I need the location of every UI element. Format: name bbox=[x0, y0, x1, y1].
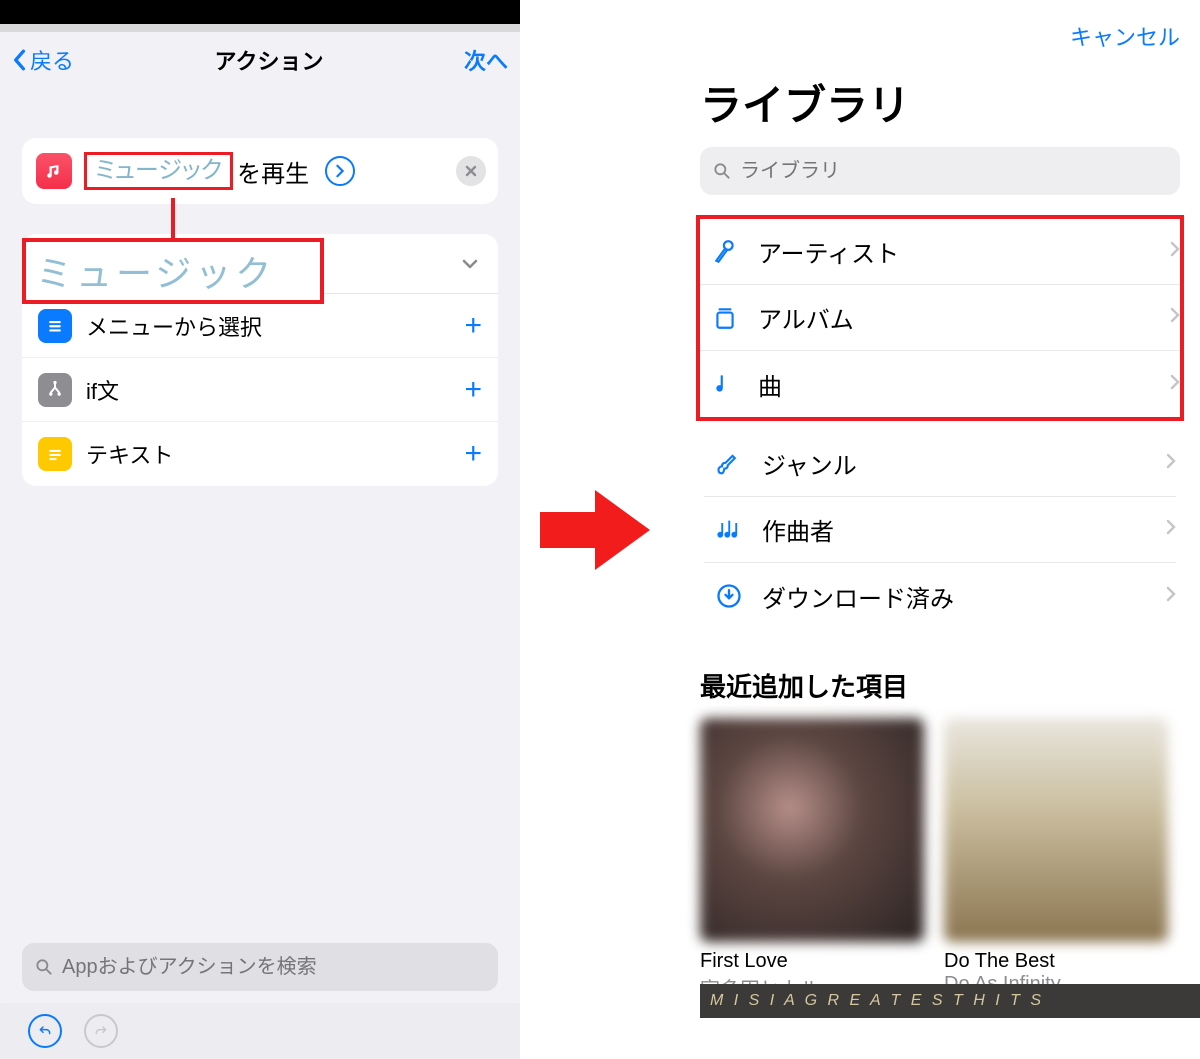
album-icon bbox=[710, 305, 740, 331]
annotation-music-label: ミュージック bbox=[22, 238, 324, 304]
suggestion-text[interactable]: テキスト + bbox=[22, 422, 498, 486]
category-label: 曲 bbox=[758, 367, 1152, 402]
category-composer[interactable]: 作曲者 bbox=[704, 497, 1176, 563]
chevron-down-icon bbox=[460, 254, 480, 274]
back-button[interactable]: 戻る bbox=[12, 44, 74, 76]
notes-icon bbox=[714, 516, 744, 544]
chevron-right-icon bbox=[1166, 586, 1176, 607]
album-item[interactable]: Do The Best Do As Infinity bbox=[944, 718, 1168, 1002]
delete-action-button[interactable] bbox=[456, 156, 486, 186]
category-list: ジャンル 作曲者 ダウンロード済み bbox=[700, 427, 1180, 633]
category-album[interactable]: アルバム bbox=[700, 285, 1180, 351]
chevron-right-icon bbox=[1170, 307, 1180, 328]
album-item[interactable]: First Love 宇多田ヒカル bbox=[700, 718, 924, 1002]
category-label: アルバム bbox=[758, 300, 1152, 335]
category-label: ジャンル bbox=[762, 446, 1148, 481]
flow-arrow bbox=[520, 0, 680, 1059]
search-icon bbox=[712, 161, 732, 181]
annotation-connector bbox=[171, 198, 175, 242]
album-artwork bbox=[700, 718, 924, 942]
text-icon bbox=[38, 437, 72, 471]
suggestion-label: メニューから選択 bbox=[86, 310, 450, 342]
x-icon bbox=[465, 165, 477, 177]
misia-banner: M I S I A G R E A T E S T H I T S bbox=[700, 984, 1200, 1018]
chevron-right-icon bbox=[1170, 241, 1180, 262]
branch-icon bbox=[38, 373, 72, 407]
expand-action-button[interactable] bbox=[325, 156, 355, 186]
redo-button bbox=[84, 1014, 118, 1048]
shortcuts-editor-panel: 戻る アクション 次へ ミュージック を再生 ミュージック メニューから選択 + bbox=[0, 0, 520, 1059]
chevron-right-icon bbox=[1166, 453, 1176, 474]
library-search-input[interactable] bbox=[740, 160, 1168, 183]
category-label: ダウンロード済み bbox=[762, 579, 1148, 614]
category-list-highlighted: アーティスト アルバム 曲 bbox=[696, 215, 1184, 421]
category-song[interactable]: 曲 bbox=[700, 351, 1180, 417]
undo-button[interactable] bbox=[28, 1014, 62, 1048]
chevron-left-icon bbox=[12, 49, 26, 71]
category-artist[interactable]: アーティスト bbox=[700, 219, 1180, 285]
redo-icon bbox=[93, 1023, 109, 1039]
download-icon bbox=[714, 582, 744, 610]
action-suffix: を再生 bbox=[237, 154, 309, 189]
action-search-input[interactable] bbox=[62, 956, 486, 979]
device-notch bbox=[0, 0, 520, 24]
music-library-panel: キャンセル ライブラリ アーティスト アルバム 曲 ジャンル 作 bbox=[680, 0, 1200, 1059]
mic-icon bbox=[710, 239, 740, 265]
recent-albums: First Love 宇多田ヒカル Do The Best Do As Infi… bbox=[700, 718, 1180, 1002]
category-label: アーティスト bbox=[758, 234, 1152, 269]
suggestion-if[interactable]: if文 + bbox=[22, 358, 498, 422]
chevron-right-icon bbox=[1166, 519, 1176, 540]
play-music-action-card[interactable]: ミュージック を再生 bbox=[22, 138, 498, 204]
undo-icon bbox=[37, 1023, 53, 1039]
suggestion-label: テキスト bbox=[86, 438, 450, 470]
music-token[interactable]: ミュージック bbox=[84, 152, 233, 190]
music-app-icon bbox=[36, 153, 72, 189]
suggestion-label: if文 bbox=[86, 374, 450, 406]
editor-toolbar bbox=[0, 1003, 520, 1059]
recent-section-title: 最近追加した項目 bbox=[700, 667, 1180, 704]
nav-title: アクション bbox=[215, 44, 324, 76]
action-search-bar[interactable] bbox=[22, 943, 498, 991]
sheet-grabber bbox=[0, 24, 520, 32]
album-title: Do The Best bbox=[944, 950, 1168, 973]
note-icon bbox=[710, 371, 740, 397]
menu-icon bbox=[38, 309, 72, 343]
category-genre[interactable]: ジャンル bbox=[704, 431, 1176, 497]
nav-bar: 戻る アクション 次へ bbox=[0, 32, 520, 88]
library-title: ライブラリ bbox=[700, 72, 1180, 133]
guitar-icon bbox=[714, 450, 744, 478]
category-label: 作曲者 bbox=[762, 512, 1148, 547]
add-icon[interactable]: + bbox=[464, 309, 482, 343]
category-downloaded[interactable]: ダウンロード済み bbox=[704, 563, 1176, 629]
search-icon bbox=[34, 957, 54, 977]
chevron-right-icon bbox=[1170, 374, 1180, 395]
album-title: First Love bbox=[700, 950, 924, 973]
back-label: 戻る bbox=[30, 44, 74, 76]
next-button[interactable]: 次へ bbox=[464, 44, 508, 76]
add-icon[interactable]: + bbox=[464, 373, 482, 407]
chevron-right-icon bbox=[335, 164, 345, 178]
album-artwork bbox=[944, 718, 1168, 942]
library-search-bar[interactable] bbox=[700, 147, 1180, 195]
action-text: ミュージック を再生 bbox=[84, 152, 309, 190]
cancel-button[interactable]: キャンセル bbox=[700, 20, 1180, 52]
add-icon[interactable]: + bbox=[464, 437, 482, 471]
